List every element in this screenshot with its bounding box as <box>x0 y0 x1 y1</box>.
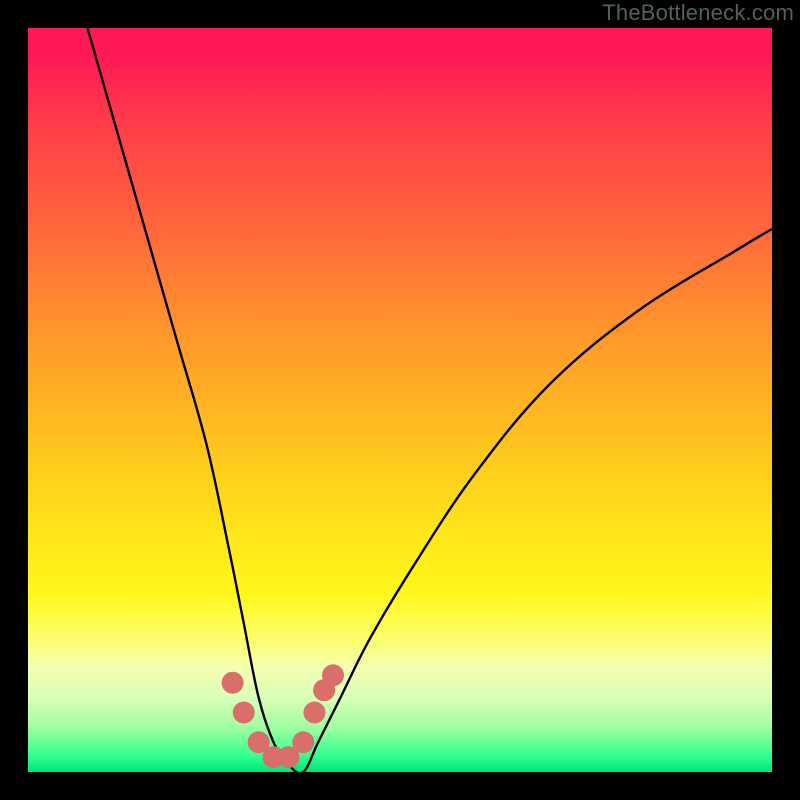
bottleneck-curve <box>88 28 772 772</box>
bottleneck-curve-svg <box>28 28 772 772</box>
trough-dot <box>303 701 325 723</box>
chart-frame: TheBottleneck.com <box>0 0 800 800</box>
trough-dot <box>292 731 314 753</box>
trough-dot <box>322 664 344 686</box>
trough-dot <box>233 701 255 723</box>
plot-area <box>28 28 772 772</box>
trough-dot <box>222 672 244 694</box>
watermark-text: TheBottleneck.com <box>602 0 794 26</box>
trough-dots-group <box>222 664 344 768</box>
